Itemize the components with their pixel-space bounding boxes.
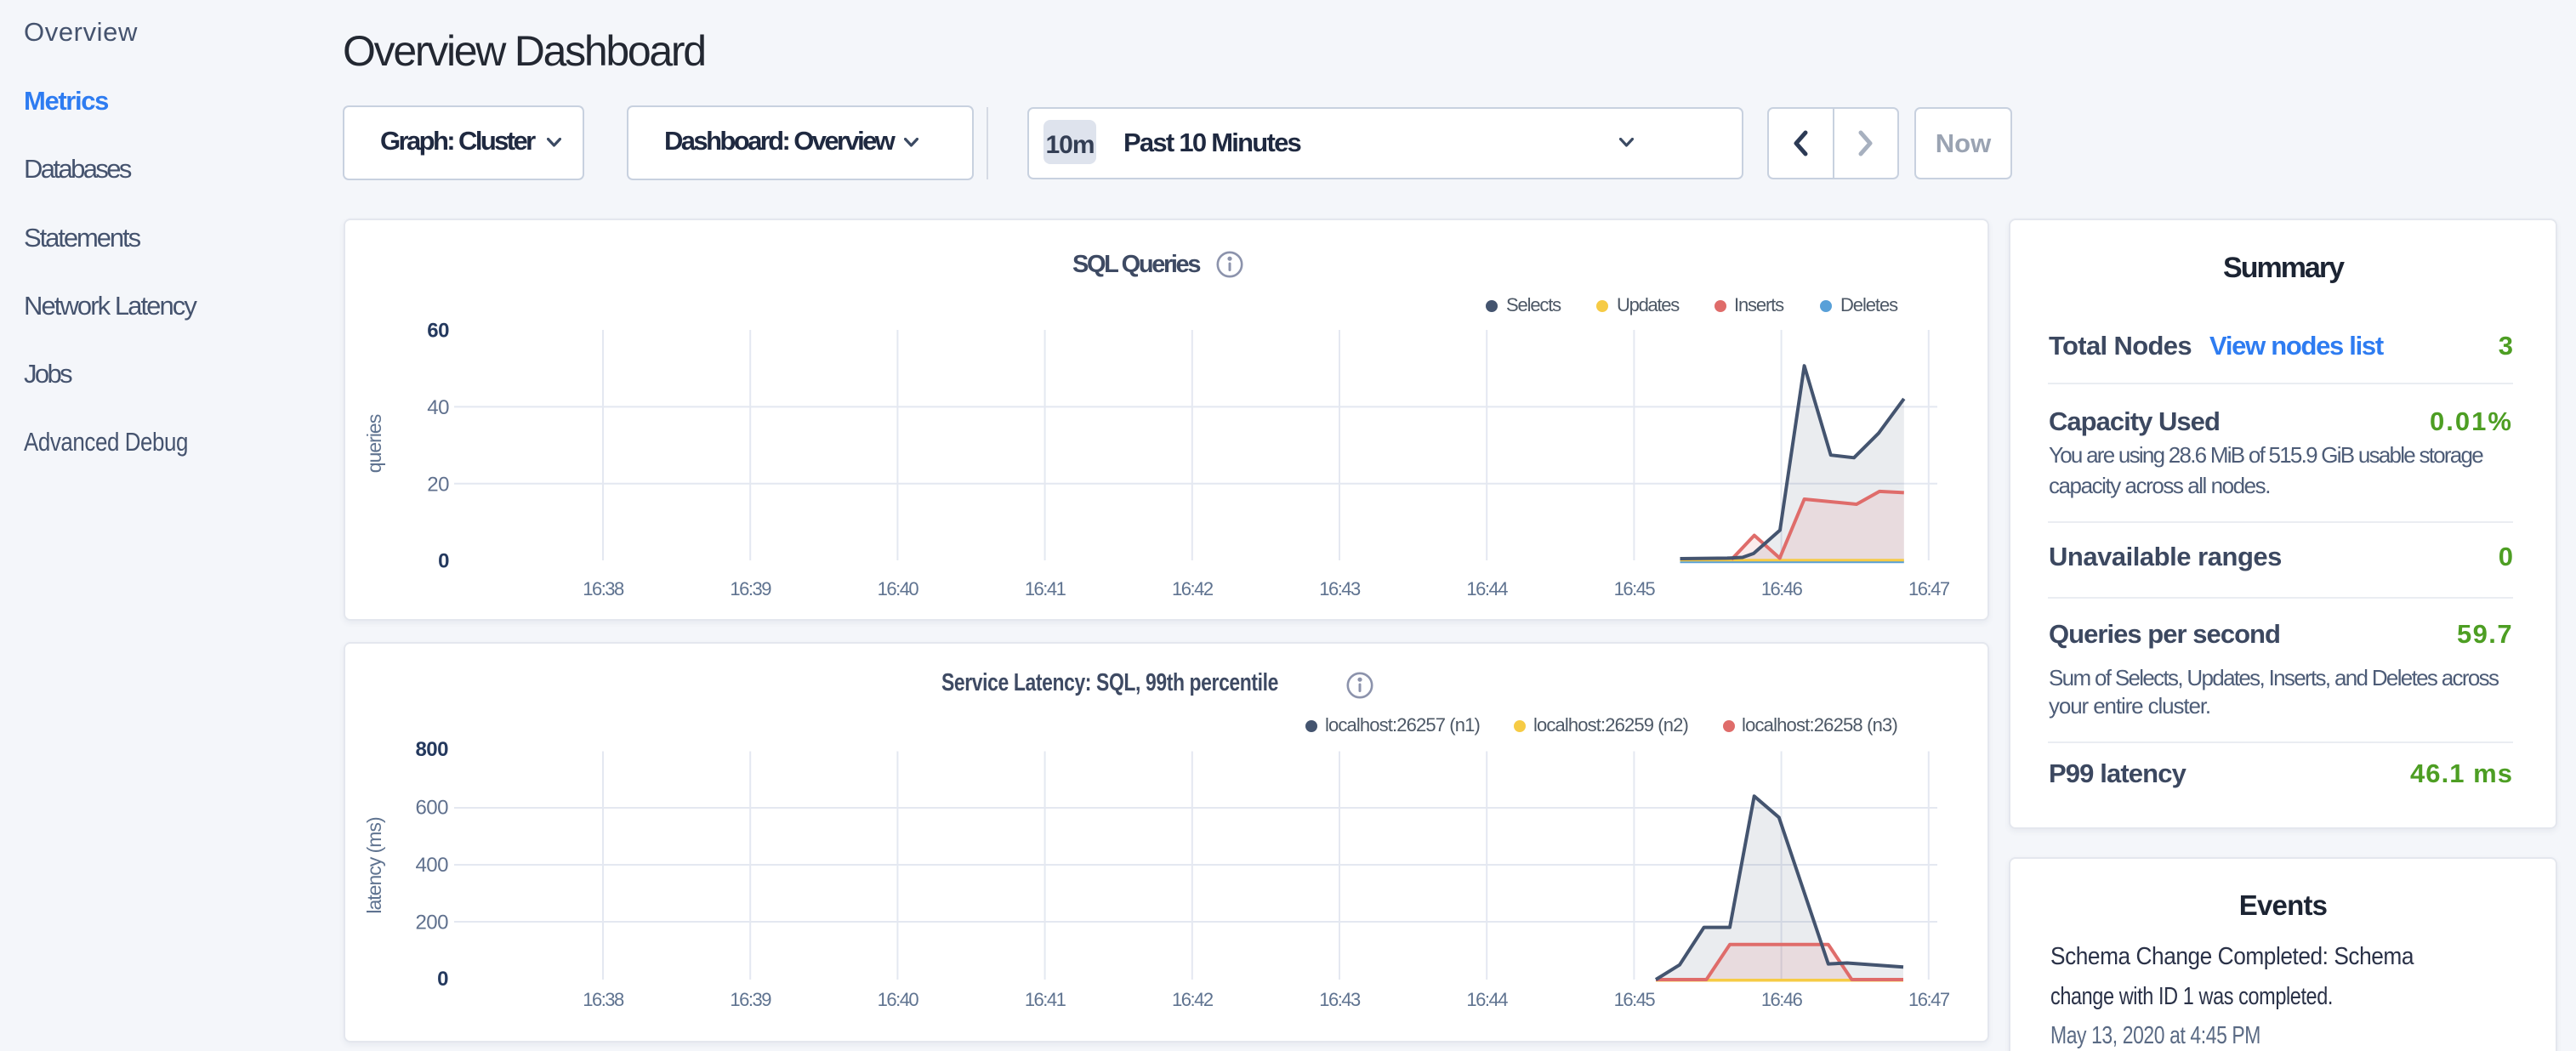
svg-text:latency (ms): latency (ms) [363,817,385,914]
svg-text:40: 40 [427,396,449,419]
svg-text:16:39: 16:39 [730,989,771,1010]
svg-text:20: 20 [427,473,449,496]
svg-text:16:47: 16:47 [1908,578,1950,599]
svg-text:16:43: 16:43 [1319,578,1361,599]
svg-text:16:38: 16:38 [583,989,624,1010]
svg-text:600: 600 [415,797,448,820]
svg-text:16:45: 16:45 [1614,578,1656,599]
svg-text:16:41: 16:41 [1025,989,1066,1010]
svg-text:16:39: 16:39 [730,578,771,599]
svg-text:16:43: 16:43 [1319,989,1361,1010]
svg-text:0: 0 [437,968,448,991]
svg-text:16:44: 16:44 [1466,989,1508,1010]
svg-text:0: 0 [438,550,449,573]
svg-text:16:45: 16:45 [1614,989,1656,1010]
svg-text:16:40: 16:40 [878,989,919,1010]
svg-text:16:42: 16:42 [1172,578,1214,599]
svg-text:60: 60 [427,320,449,343]
svg-text:16:46: 16:46 [1761,989,1803,1010]
svg-text:800: 800 [415,738,448,761]
svg-text:16:46: 16:46 [1761,578,1803,599]
svg-text:400: 400 [415,854,448,877]
svg-text:16:47: 16:47 [1908,989,1950,1010]
svg-text:queries: queries [363,414,385,473]
svg-text:16:42: 16:42 [1172,989,1214,1010]
svg-text:16:44: 16:44 [1466,578,1508,599]
svg-text:16:38: 16:38 [583,578,624,599]
svg-text:200: 200 [415,912,448,935]
svg-text:16:40: 16:40 [878,578,919,599]
svg-text:16:41: 16:41 [1025,578,1066,599]
